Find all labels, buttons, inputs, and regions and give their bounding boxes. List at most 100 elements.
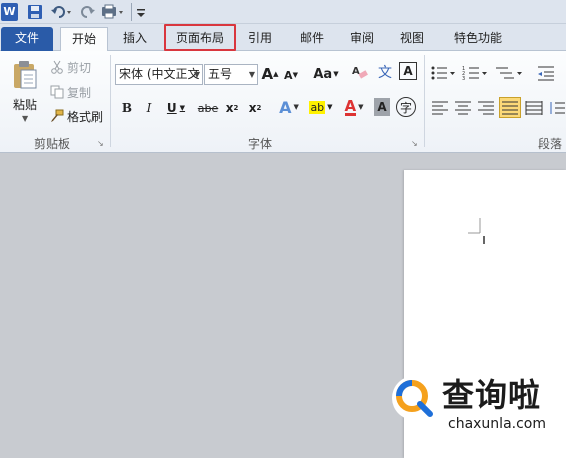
underline-button[interactable]: U ▼ xyxy=(163,98,189,118)
chevron-down-icon: ▼ xyxy=(22,114,29,123)
text-cursor-icon xyxy=(468,218,485,244)
site-watermark: 查询啦 chaxunla.com xyxy=(388,368,566,438)
align-center-icon xyxy=(455,101,471,115)
tab-special-features[interactable]: 特色功能 xyxy=(444,27,512,51)
multilevel-list-button[interactable] xyxy=(494,63,524,83)
scissors-icon xyxy=(51,60,63,74)
paste-button[interactable]: 粘贴 ▼ xyxy=(8,56,42,134)
superscript-button[interactable]: x2 xyxy=(246,98,264,118)
font-color-label: A xyxy=(344,96,357,116)
superscript-label: x xyxy=(248,101,257,115)
align-center-button[interactable] xyxy=(453,98,473,118)
paragraph-group-label: 段落 xyxy=(537,137,562,151)
highlight-label: ab xyxy=(309,100,326,114)
font-color-button[interactable]: A ▼ xyxy=(340,97,368,117)
clear-format-icon: A xyxy=(352,66,368,79)
format-painter-label: 格式刷 xyxy=(67,109,104,124)
decrease-indent-icon xyxy=(538,66,554,81)
line-spacing-icon xyxy=(550,102,565,114)
bullets-button[interactable] xyxy=(430,63,456,83)
tab-references[interactable]: 引用 xyxy=(242,27,278,51)
clipboard-group-label: 剪贴板 xyxy=(33,137,70,151)
change-case-label: Aa xyxy=(313,66,333,82)
customize-icon[interactable] xyxy=(136,3,146,21)
justify-button[interactable] xyxy=(499,97,521,118)
print-preview-icon[interactable] xyxy=(100,3,126,21)
tab-view[interactable]: 视图 xyxy=(394,27,430,51)
copy-label: 复制 xyxy=(67,85,92,100)
grow-font-label: A xyxy=(261,65,274,83)
word-icon[interactable]: W xyxy=(1,3,18,21)
distributed-button[interactable] xyxy=(524,98,544,118)
text-effects-label: A xyxy=(279,97,292,117)
magnifier-logo-icon xyxy=(392,376,436,420)
highlight-button[interactable]: ab ▼ xyxy=(306,97,336,117)
toolbar-divider xyxy=(131,3,132,21)
tab-review[interactable]: 审阅 xyxy=(344,27,380,51)
justify-icon xyxy=(502,101,518,114)
watermark-url: chaxunla.com xyxy=(448,416,546,432)
save-icon[interactable] xyxy=(27,3,43,21)
font-launcher-icon[interactable]: ↘ xyxy=(411,139,420,148)
italic-label: I xyxy=(146,101,152,115)
strikethrough-button[interactable]: abe xyxy=(196,98,220,118)
char-border-button[interactable]: A xyxy=(399,62,417,80)
font-size-combo[interactable]: 五号 ▼ xyxy=(204,64,258,85)
tab-page-layout[interactable]: 页面布局 xyxy=(164,24,236,51)
svg-text:3: 3 xyxy=(462,76,465,82)
align-left-icon xyxy=(432,101,448,115)
watermark-title: 查询啦 xyxy=(442,376,542,414)
chevron-down-icon: ▼ xyxy=(248,70,255,79)
text-effects-button[interactable]: A ▼ xyxy=(276,97,302,117)
group-divider xyxy=(110,55,111,147)
clipboard-launcher-icon[interactable]: ↘ xyxy=(97,139,106,148)
line-spacing-button[interactable] xyxy=(548,98,566,118)
numbering-button[interactable]: 123 xyxy=(462,63,488,83)
bullet-list-icon xyxy=(431,66,455,80)
tab-mailings[interactable]: 邮件 xyxy=(292,27,332,51)
shrink-font-button[interactable]: A ▼ xyxy=(282,65,300,85)
tab-insert[interactable]: 插入 xyxy=(114,27,156,51)
char-shading-label: A xyxy=(377,100,387,114)
cut-label: 剪切 xyxy=(67,60,92,75)
redo-icon[interactable] xyxy=(80,3,96,21)
enclose-char-button[interactable]: 字 xyxy=(396,97,416,117)
ribbon-home: 粘贴 ▼ 剪切 复制 格式刷 剪贴板 ↘ 宋体 (中文正文 ▼ 五号 ▼ A ▲ … xyxy=(0,51,566,153)
shrink-font-label: A xyxy=(284,68,293,82)
char-shading-button[interactable]: A xyxy=(374,98,390,116)
distributed-icon xyxy=(525,101,543,115)
ribbon-tabs: 文件 开始 插入 页面布局 引用 邮件 审阅 视图 特色功能 xyxy=(0,24,566,52)
font-name-value: 宋体 (中文正文 xyxy=(119,67,200,81)
font-name-combo[interactable]: 宋体 (中文正文 ▼ xyxy=(115,64,203,85)
multilevel-list-icon xyxy=(496,67,522,79)
phonetic-label: 文 xyxy=(378,65,392,81)
subscript-button[interactable]: x2 xyxy=(223,98,241,118)
align-right-button[interactable] xyxy=(476,98,496,118)
change-case-button[interactable]: Aa ▼ xyxy=(313,64,339,84)
copy-button[interactable]: 复制 xyxy=(50,82,91,102)
align-right-icon xyxy=(478,101,494,115)
font-group-label: 字体 xyxy=(247,137,272,151)
enclose-char-label: 字 xyxy=(399,100,412,115)
grow-font-button[interactable]: A ▲ xyxy=(261,64,279,84)
paintbrush-icon xyxy=(51,109,64,122)
tab-home[interactable]: 开始 xyxy=(60,27,108,52)
decrease-indent-button[interactable] xyxy=(536,63,558,83)
italic-button[interactable]: I xyxy=(141,98,157,118)
paste-icon xyxy=(14,61,37,89)
subscript-label: x xyxy=(225,101,234,115)
bold-button[interactable]: B xyxy=(119,98,135,118)
paste-label: 粘贴 xyxy=(12,98,37,112)
numbered-list-icon: 123 xyxy=(462,66,487,82)
cut-button[interactable]: 剪切 xyxy=(50,57,91,77)
align-left-button[interactable] xyxy=(430,98,450,118)
undo-icon[interactable] xyxy=(50,3,72,21)
group-divider xyxy=(424,55,425,147)
format-painter-button[interactable]: 格式刷 xyxy=(50,106,103,126)
copy-icon xyxy=(50,85,64,99)
phonetic-guide-button[interactable]: 文 xyxy=(375,62,395,82)
clear-formatting-button[interactable]: A xyxy=(351,62,369,82)
tab-file[interactable]: 文件 xyxy=(1,27,53,51)
quick-access-toolbar: W xyxy=(0,0,566,24)
bold-label: B xyxy=(121,101,133,115)
